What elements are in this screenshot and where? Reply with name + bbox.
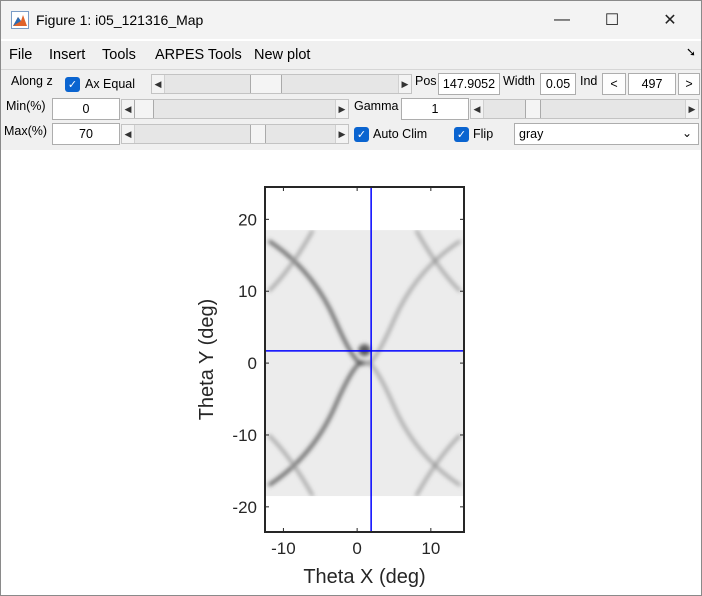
y-tick-label: 20 bbox=[238, 210, 257, 229]
y-tick-label: 0 bbox=[248, 354, 257, 373]
y-tick-label: -10 bbox=[232, 426, 257, 445]
x-axis-label: Theta X (deg) bbox=[303, 566, 425, 588]
y-tick-label: -20 bbox=[232, 498, 257, 517]
figure-window: Figure 1: i05_121316_Map — ☐ ✕ File Inse… bbox=[0, 0, 702, 596]
x-tick-label: 0 bbox=[352, 539, 361, 558]
plot-area[interactable]: -10 0 10 -20 -10 0 10 20 Theta X (deg) Theta Y (d… bbox=[1, 1, 701, 595]
y-tick-label: 10 bbox=[238, 282, 257, 301]
y-axis-label: Theta Y (deg) bbox=[196, 299, 218, 421]
x-tick-label: 10 bbox=[421, 539, 440, 558]
x-tick-label: -10 bbox=[271, 539, 296, 558]
